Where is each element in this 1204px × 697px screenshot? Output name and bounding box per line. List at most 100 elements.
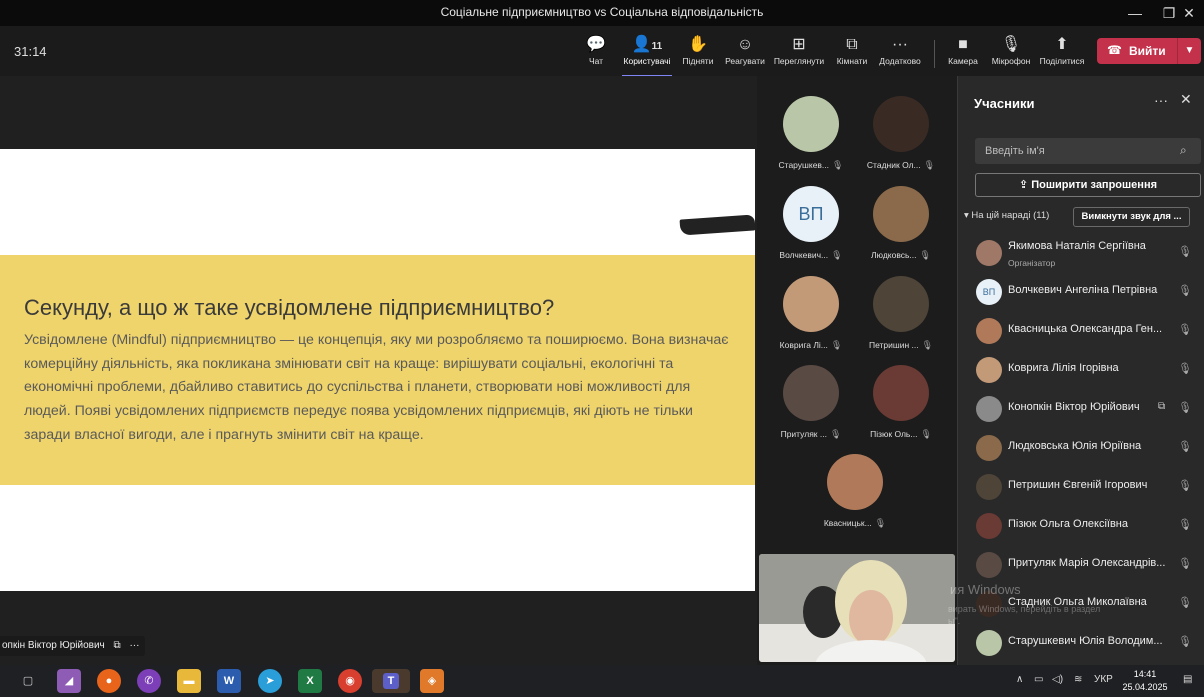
sharing-icon: ⧉ [1158, 401, 1166, 412]
view-label: Переглянути [773, 56, 825, 66]
more-icon[interactable]: ··· [129, 640, 139, 651]
participant-name: Пізюк Ольга Олексіївна [1008, 518, 1128, 530]
avatar [976, 357, 1002, 383]
participant-name: Притуляк Марія Олександрів... [1008, 557, 1166, 569]
rooms-button[interactable]: ⧉ Кімнати [825, 34, 879, 74]
notification-icon[interactable]: ▤ [1183, 674, 1192, 685]
avatar [976, 240, 1002, 266]
slide-yellow-band: Секунду, а що ж таке усвідомлене підприє… [0, 255, 755, 485]
mic-off-icon: 🎙 [923, 160, 936, 170]
camera-button[interactable]: ■ Камера [936, 34, 990, 74]
participant-row[interactable]: Притуляк Марія Олександрів... 🎙 [958, 546, 1204, 584]
chevron-down-icon[interactable]: ▼ [1177, 38, 1201, 64]
leave-button[interactable]: ☎ Вийти ▼ [1097, 38, 1201, 64]
close-window-icon[interactable]: ✕ [1172, 2, 1204, 24]
raise-hand-button[interactable]: ✋ Підняти [671, 34, 725, 74]
participant-row[interactable]: Якимова Наталія Сергіївна Організатор 🎙 [958, 234, 1204, 272]
presenter-name-tag: опкін Віктор Юрійович ⧉ ··· [0, 636, 146, 656]
phone-icon: ☎ [1107, 43, 1122, 57]
app-icon-purple[interactable]: ◢ [57, 669, 81, 693]
people-button[interactable]: 👤11 Користувачі [620, 34, 674, 77]
hand-icon: ✋ [688, 36, 708, 53]
viber-icon[interactable]: ✆ [137, 669, 161, 693]
participant-name: Коврига Лілія Ігорівна [1008, 362, 1119, 374]
gallery-tile-name: Людковсь... [871, 250, 917, 260]
participant-row[interactable]: Старушкевич Юлія Володим... 🎙 [958, 624, 1204, 662]
participant-name: Якимова Наталія Сергіївна [1008, 240, 1146, 252]
chrome-icon[interactable]: ◉ [338, 669, 362, 693]
task-view-icon[interactable]: ▢ [16, 669, 40, 693]
language-indicator[interactable]: УКР [1094, 674, 1113, 685]
avatar [976, 435, 1002, 461]
gallery-tile[interactable]: Квасницьк... 🎙 [815, 454, 895, 534]
teams-icon[interactable]: T [372, 669, 410, 693]
share-screen-button[interactable]: ⬆ Поділитися [1035, 34, 1089, 74]
more-button[interactable]: ··· Додатково [873, 34, 927, 74]
share-invite-button[interactable]: ⇪ Поширити запрошення [975, 173, 1201, 197]
folder-icon[interactable]: ▬ [177, 669, 201, 693]
view-button[interactable]: ⊞ Переглянути [772, 34, 826, 74]
gallery-tile[interactable]: Стадник Ол... 🎙 [861, 96, 941, 176]
chat-button[interactable]: 💬 Чат [569, 34, 623, 74]
participant-row[interactable]: Конопкін Віктор Юрійович ⧉ 🎙 [958, 390, 1204, 428]
close-icon[interactable]: ✕ [1180, 91, 1192, 108]
chat-label: Чат [588, 56, 604, 66]
shared-content-stage: Секунду, а що ж таке усвідомлене підприє… [0, 76, 757, 665]
leave-label: Вийти [1129, 44, 1166, 58]
gallery-tile[interactable]: Притуляк ... 🎙 [771, 365, 851, 445]
gallery-tile[interactable]: Людковсь... 🎙 [861, 186, 941, 266]
word-icon[interactable]: W [217, 669, 241, 693]
camera-icon: ■ [958, 36, 968, 53]
react-button[interactable]: ☺ Реагувати [718, 34, 772, 74]
minimize-icon[interactable]: — [1118, 2, 1152, 24]
mic-off-icon: 🎙 [832, 160, 844, 170]
volume-icon[interactable]: ◁) [1052, 674, 1063, 685]
gallery-tile[interactable]: Петришин ... 🎙 [861, 276, 941, 356]
search-icon: ⌕ [1180, 143, 1187, 157]
chevron-up-icon[interactable]: ∧ [1016, 674, 1023, 685]
mic-off-icon: 🎙 [1178, 441, 1192, 453]
participant-name: Людковська Юлія Юріївна [1008, 440, 1142, 452]
gallery-tile-name: Стадник Ол... [866, 160, 921, 170]
mic-off-icon: 🎙 [1178, 285, 1192, 297]
participant-row[interactable]: Квасницька Олександра Ген... 🎙 [958, 312, 1204, 350]
telegram-icon[interactable]: ➤ [258, 669, 282, 693]
battery-icon[interactable]: ▭ [1034, 674, 1043, 685]
mic-off-icon: 🎙 [1178, 558, 1192, 570]
mic-off-icon: 🎙 [920, 429, 932, 439]
participant-row[interactable]: Петришин Євгеній Ігорович 🎙 [958, 468, 1204, 506]
wifi-icon[interactable]: ≋ [1074, 674, 1082, 685]
mute-all-button[interactable]: Вимкнути звук для ... [1073, 207, 1190, 227]
firefox-icon[interactable]: ● [97, 669, 121, 693]
gallery-tile[interactable]: Старушкев... 🎙 [771, 96, 851, 176]
mic-label: Мікрофон [991, 56, 1031, 66]
participant-row[interactable]: Людковська Юлія Юріївна 🎙 [958, 429, 1204, 467]
excel-icon[interactable]: X [298, 669, 322, 693]
mic-off-icon: 🎙 [831, 250, 843, 260]
section-header[interactable]: ▾ На цій нараді (11) [964, 210, 1049, 221]
participant-name: Петришин Євгеній Ігорович [1008, 479, 1148, 491]
mic-off-icon: 🎙 [921, 340, 934, 350]
more-icon[interactable]: ··· [1154, 92, 1168, 108]
participant-row[interactable]: ВП Волчкевич Ангеліна Петрівна 🎙 [958, 273, 1204, 311]
avatar: ВП [783, 186, 839, 242]
gallery-tile[interactable]: Коврига Лі... 🎙 [771, 276, 851, 356]
participant-row[interactable]: Коврига Лілія Ігорівна 🎙 [958, 351, 1204, 389]
people-label: Користувачі [623, 56, 671, 66]
gallery-tile[interactable]: ВП Волчкевич... 🎙 [771, 186, 851, 266]
self-video-preview[interactable] [759, 554, 955, 662]
clock-time: 14:41 [1133, 669, 1157, 679]
avatar [976, 318, 1002, 344]
taskbar-clock[interactable]: 14:41 25.04.2025 [1120, 668, 1170, 694]
activation-watermark-text: вирать Windows, перейдіть в раздел ы". [948, 603, 1100, 627]
participant-row[interactable]: Пізюк Ольга Олексіївна 🎙 [958, 507, 1204, 545]
mic-button[interactable]: 🎙 Мікрофон [984, 34, 1038, 74]
app-icon-orange[interactable]: ◈ [420, 669, 444, 693]
share-invite-label: Поширити запрошення [1031, 179, 1158, 191]
avatar [976, 630, 1002, 656]
people-icon: 👤11 [631, 36, 663, 53]
share-screen-icon: ⬆ [1055, 36, 1069, 53]
gallery-tile[interactable]: Пізюк Оль... 🎙 [861, 365, 941, 445]
meeting-toolbar: 31:14 💬 Чат 👤11 Користувачі ✋ Підняти ☺ … [0, 26, 1204, 77]
search-input[interactable] [975, 138, 1201, 164]
